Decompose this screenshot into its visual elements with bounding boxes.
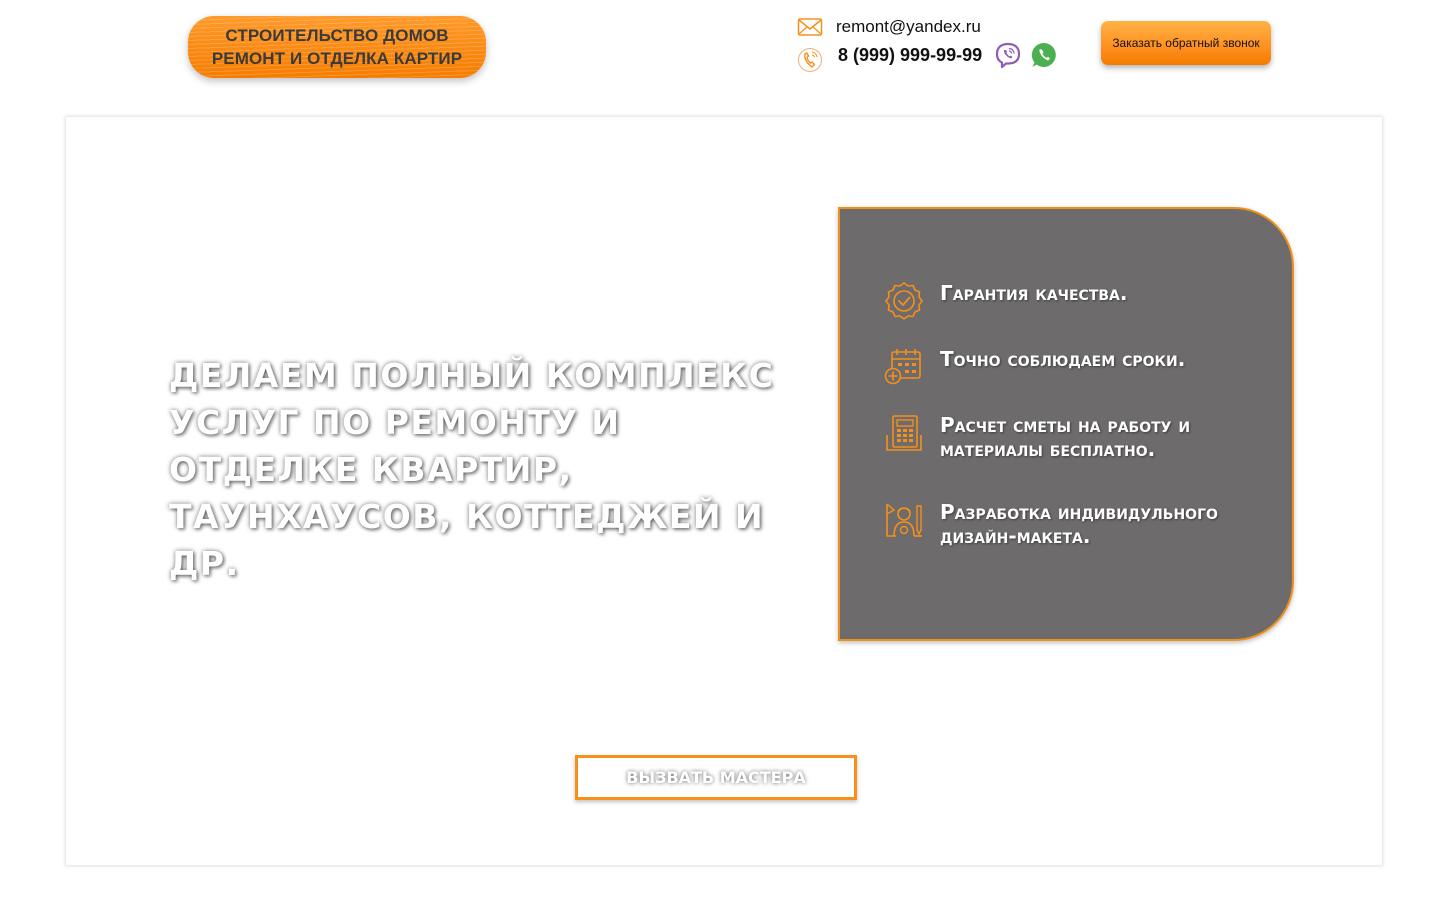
feature-item-design: Разработка индивидульного дизайн-макета.: [884, 500, 1290, 548]
logo-line-2: РЕМОНТ И ОТДЕЛКА КАРТИР: [211, 49, 463, 68]
hero-title: Делаем полный комплекс услуг по ремонту …: [169, 356, 775, 583]
phone-icon: [798, 48, 822, 72]
whatsapp-icon[interactable]: [1030, 41, 1059, 70]
mail-icon: [797, 18, 823, 36]
contact-phone[interactable]: 8 (999) 999-99-99: [838, 45, 982, 66]
feature-text-estimate: Расчет сметы на работу и материалы беспл…: [940, 413, 1191, 461]
feature-item-deadlines: Точно соблюдаем сроки.: [884, 347, 1185, 387]
calendar-icon: [884, 349, 921, 385]
feature-item-quality: Гарантия качества.: [884, 281, 1127, 321]
logo-line-1: СТРОИТЕЛЬСТВО ДОМОВ: [225, 26, 449, 45]
callback-button[interactable]: Заказать обратный звонок: [1101, 21, 1271, 65]
site-logo[interactable]: СТРОИТЕЛЬСТВО ДОМОВ РЕМОНТ И ОТДЕЛКА КАР…: [188, 16, 486, 78]
calculator-icon: [886, 415, 922, 451]
feature-text-design: Разработка индивидульного дизайн-макета.: [940, 500, 1218, 548]
feature-item-estimate: Расчет сметы на работу и материалы беспл…: [884, 413, 1270, 461]
contact-email[interactable]: remont@yandex.ru: [836, 17, 981, 37]
feature-text-quality: Гарантия качества.: [940, 281, 1128, 305]
features-card: Гарантия качества. Точно соблюдаем сроки…: [838, 207, 1294, 641]
quality-badge-icon: [885, 282, 923, 320]
designer-icon: [886, 503, 922, 537]
call-master-button[interactable]: Вызвать мастера: [575, 755, 857, 800]
feature-text-deadlines: Точно соблюдаем сроки.: [940, 347, 1186, 371]
viber-icon[interactable]: [995, 42, 1021, 69]
